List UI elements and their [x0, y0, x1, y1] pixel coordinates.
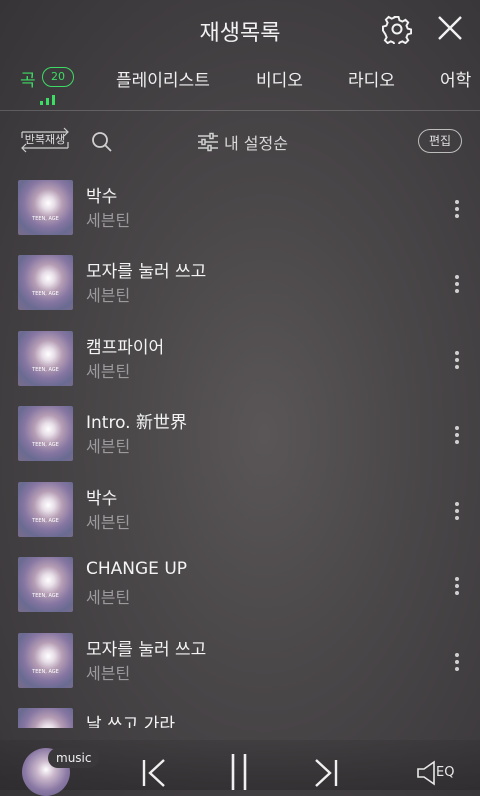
repeat-label[interactable]: 반복재생: [18, 131, 72, 147]
album-art-text: TEEN, AGE: [32, 291, 59, 297]
more-icon[interactable]: [450, 349, 464, 371]
list-item[interactable]: TEEN, AGE 박수 세븐틴: [0, 470, 480, 545]
song-artist: 세븐틴: [86, 286, 131, 305]
list-item[interactable]: TEEN, AGE CHANGE UP 세븐틴: [0, 545, 480, 620]
list-item[interactable]: TEEN, AGE 모자를 눌러 쓰고 세븐틴: [0, 621, 480, 696]
previous-icon[interactable]: [140, 758, 168, 788]
disc-label: music: [48, 748, 100, 768]
more-icon[interactable]: [450, 198, 464, 220]
more-icon[interactable]: [450, 575, 464, 597]
song-title: 캠프파이어: [86, 338, 165, 358]
album-art-text: TEEN, AGE: [32, 367, 59, 373]
album-art-text: TEEN, AGE: [32, 216, 59, 222]
sort-label[interactable]: 내 설정순: [224, 130, 288, 154]
list-item[interactable]: TEEN, AGE 캠프파이어 세븐틴: [0, 319, 480, 394]
song-title: 날 쓰고 가라: [86, 715, 176, 728]
next-icon[interactable]: [312, 758, 340, 788]
tab-playlists[interactable]: 플레이리스트: [116, 66, 210, 91]
header: 재생목록: [0, 0, 480, 58]
song-artist: 세븐틴: [86, 664, 131, 683]
tab-songs[interactable]: 곡: [20, 66, 36, 91]
album-art-text: TEEN, AGE: [32, 669, 59, 675]
album-art: TEEN, AGE: [18, 633, 73, 688]
album-art-text: TEEN, AGE: [32, 442, 59, 448]
album-art-text: TEEN, AGE: [32, 593, 59, 599]
song-title: Intro. 新世界: [86, 413, 187, 433]
song-count-badge: 20: [42, 67, 74, 87]
tab-bar: 곡 플레이리스트 비디오 라디오 어학: [0, 58, 480, 111]
song-title: 모자를 눌러 쓰고: [86, 262, 207, 282]
song-artist: 세븐틴: [86, 211, 131, 230]
song-title: 박수: [86, 187, 118, 207]
more-icon[interactable]: [450, 500, 464, 522]
album-art: TEEN, AGE: [18, 557, 73, 612]
close-icon[interactable]: [436, 14, 464, 42]
album-art: TEEN, AGE: [18, 708, 73, 728]
gear-icon[interactable]: [382, 14, 412, 44]
album-art: TEEN, AGE: [18, 255, 73, 310]
pause-icon[interactable]: [228, 752, 250, 790]
song-list: TEEN, AGE 박수 세븐틴 TEEN, AGE 모자를 눌러 쓰고 세븐틴…: [0, 168, 480, 728]
song-title: CHANGE UP: [86, 559, 188, 579]
tab-language[interactable]: 어학: [440, 66, 471, 91]
album-art: TEEN, AGE: [18, 331, 73, 386]
edit-button[interactable]: 편집: [418, 129, 462, 153]
more-icon[interactable]: [450, 424, 464, 446]
song-artist: 세븐틴: [86, 437, 131, 456]
song-artist: 세븐틴: [86, 362, 131, 381]
more-icon[interactable]: [450, 273, 464, 295]
search-icon[interactable]: [90, 130, 114, 154]
song-title: 박수: [86, 489, 118, 509]
album-art-text: TEEN, AGE: [32, 518, 59, 524]
sort-settings-icon[interactable]: [197, 132, 219, 152]
song-artist: 세븐틴: [86, 513, 131, 532]
album-art: TEEN, AGE: [18, 406, 73, 461]
album-art: TEEN, AGE: [18, 180, 73, 235]
list-item[interactable]: TEEN, AGE Intro. 新世界 세븐틴: [0, 394, 480, 469]
list-item[interactable]: TEEN, AGE 모자를 눌러 쓰고 세븐틴: [0, 243, 480, 318]
song-artist: 세븐틴: [86, 588, 131, 607]
album-art: TEEN, AGE: [18, 482, 73, 537]
list-item[interactable]: TEEN, AGE 날 쓰고 가라: [0, 696, 480, 728]
more-icon[interactable]: [450, 651, 464, 673]
eq-button[interactable]: EQ: [436, 765, 454, 780]
song-title: 모자를 눌러 쓰고: [86, 640, 207, 660]
list-item[interactable]: TEEN, AGE 박수 세븐틴: [0, 168, 480, 243]
speaker-icon[interactable]: [416, 760, 436, 786]
tab-radio[interactable]: 라디오: [348, 66, 395, 91]
playing-bars-icon: [40, 95, 55, 105]
tab-video[interactable]: 비디오: [256, 66, 303, 91]
